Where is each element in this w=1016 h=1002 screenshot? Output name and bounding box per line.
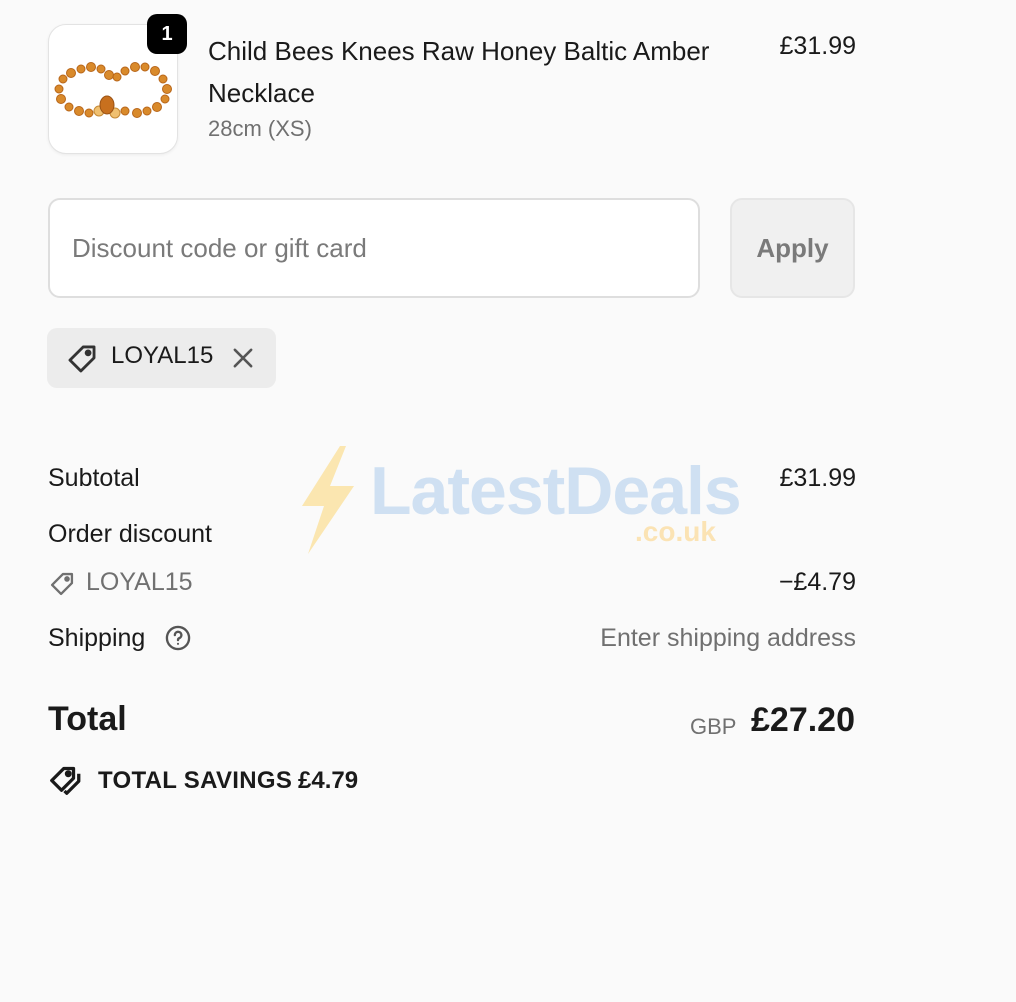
subtotal-label: Subtotal (48, 464, 140, 492)
applied-discount-chip: LOYAL15 (47, 328, 276, 388)
shipping-value: Enter shipping address (600, 624, 856, 652)
discount-code-label: LOYAL15 (86, 568, 193, 596)
tag-icon (65, 342, 99, 381)
total-currency: GBP (690, 714, 737, 739)
product-title: Child Bees Knees Raw Honey Baltic Amber … (208, 36, 710, 108)
subtotal-row: Subtotal £31.99 (48, 464, 856, 493)
shipping-label: Shipping (48, 624, 146, 652)
close-icon[interactable] (229, 344, 257, 377)
order-discount-row: Order discount (48, 520, 856, 549)
product-price: £31.99 (779, 32, 856, 60)
subtotal-value: £31.99 (779, 464, 856, 492)
discount-code-row: LOYAL15 −£4.79 (48, 568, 856, 602)
tags-icon (48, 764, 84, 805)
savings-amount: £4.79 (298, 767, 359, 794)
savings-label: TOTAL SAVINGS (98, 767, 293, 794)
apply-button[interactable]: Apply (730, 198, 855, 298)
discount-code-input[interactable] (48, 198, 700, 298)
discount-value: −£4.79 (778, 568, 856, 596)
product-variant: 28cm (XS) (208, 116, 312, 141)
quantity-badge: 1 (147, 14, 187, 54)
shipping-row: Shipping Enter shipping address (48, 624, 856, 658)
line-item: 1 Child Bees Knees Raw Honey Baltic Ambe… (48, 14, 856, 156)
total-amount: £27.20 (751, 701, 855, 739)
tag-icon (48, 570, 76, 605)
order-discount-label: Order discount (48, 520, 212, 548)
question-circle-icon[interactable] (164, 624, 192, 659)
total-label: Total (48, 700, 127, 738)
applied-code-label: LOYAL15 (111, 342, 214, 369)
total-savings: TOTAL SAVINGS £4.79 (48, 764, 448, 800)
